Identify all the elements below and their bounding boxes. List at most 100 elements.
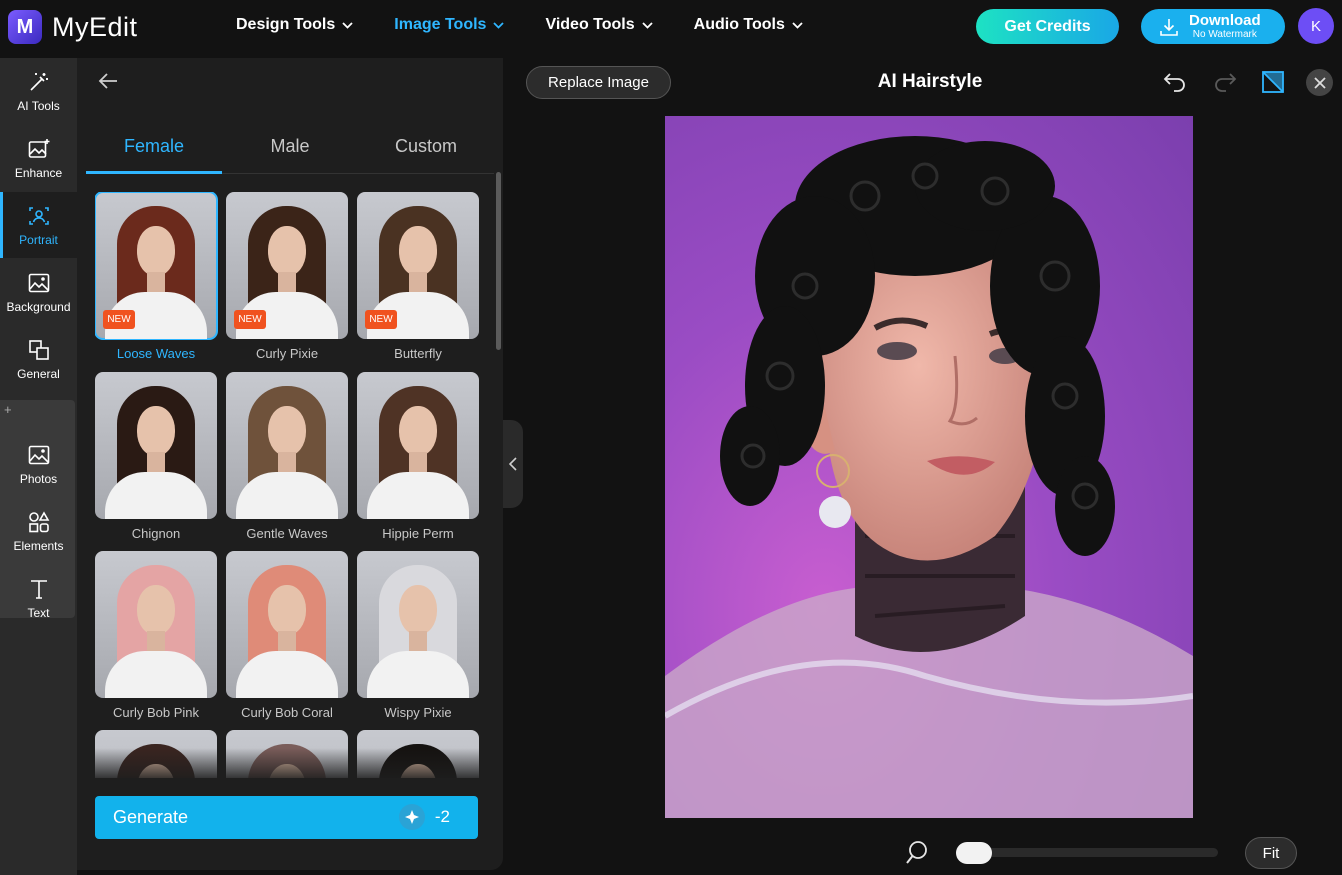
panel-scrollbar[interactable]: [496, 172, 501, 350]
rail-item-portrait[interactable]: Portrait: [0, 192, 77, 258]
hairstyle-card[interactable]: Curly Bob Coral: [226, 551, 348, 720]
rail-item-ai-tools[interactable]: AI Tools: [0, 58, 77, 124]
rail-label: Enhance: [14, 165, 63, 180]
download-button[interactable]: Download No Watermark: [1141, 9, 1285, 44]
thumbnail-neck: [147, 452, 165, 474]
rail-label: Elements: [13, 538, 64, 553]
thumbnail-neck: [278, 452, 296, 474]
credit-cost-value: -2: [434, 807, 450, 826]
photos-icon: [28, 445, 49, 464]
hairstyle-card[interactable]: Chignon: [95, 372, 217, 541]
rail-item-general[interactable]: General: [0, 326, 77, 392]
rail-item-elements[interactable]: Elements: [0, 498, 77, 564]
tab-male[interactable]: Male: [222, 128, 358, 173]
nav-design-tools[interactable]: Design Tools: [236, 16, 353, 34]
fit-button[interactable]: Fit: [1245, 837, 1297, 869]
new-badge: NEW: [365, 310, 397, 329]
thumbnail-face: [268, 406, 306, 456]
hairstyle-card[interactable]: Hippie Perm: [357, 372, 479, 541]
plus-icon[interactable]: +: [4, 402, 12, 417]
logo-mark: M: [8, 10, 42, 44]
nav-video-tools[interactable]: Video Tools: [545, 16, 653, 34]
rail-item-enhance[interactable]: Enhance: [0, 125, 77, 191]
rail-item-photos[interactable]: Photos: [0, 431, 77, 497]
grid-fade: [95, 748, 485, 783]
hairstyle-label: Gentle Waves: [246, 526, 328, 541]
chevron-down-icon: [792, 21, 803, 29]
chevron-left-icon: [509, 457, 517, 471]
download-label: Download: [1189, 12, 1261, 29]
thumbnail-neck: [409, 452, 427, 474]
hairstyle-thumbnail: [226, 551, 348, 698]
collapse-panel-handle[interactable]: [503, 420, 523, 508]
rail-label: Text: [27, 605, 50, 620]
hairstyle-card[interactable]: Curly Bob Pink: [95, 551, 217, 720]
hairstyle-label: Loose Waves: [116, 346, 196, 361]
hairstyle-card[interactable]: NEW Butterfly: [357, 192, 479, 361]
chevron-down-icon: [642, 21, 653, 29]
nav-label: Design Tools: [236, 16, 336, 33]
portrait-image: [665, 116, 1193, 818]
thumbnail-face: [137, 585, 175, 635]
nav-label: Image Tools: [394, 16, 487, 33]
avatar[interactable]: K: [1298, 8, 1334, 44]
hairstyle-label: Wispy Pixie: [384, 705, 452, 720]
hairstyle-card[interactable]: NEW Curly Pixie: [226, 192, 348, 361]
hairstyle-thumbnail: NEW: [95, 192, 218, 340]
enhance-image-icon: [28, 138, 49, 158]
text-icon: [30, 579, 47, 599]
hairstyle-thumbnail: NEW: [226, 192, 348, 339]
hairstyle-label: Curly Pixie: [255, 346, 319, 361]
compare-icon[interactable]: [1259, 68, 1287, 96]
thumbnail-neck: [409, 631, 427, 653]
elements-icon: [28, 510, 49, 532]
nav-audio-tools[interactable]: Audio Tools: [694, 16, 803, 34]
zoom-slider-track[interactable]: [958, 848, 1218, 857]
thumbnail-face: [137, 406, 175, 456]
download-icon: [1160, 18, 1178, 36]
general-icon: [28, 339, 49, 360]
nav-label: Audio Tools: [693, 16, 785, 33]
portrait-illustration: [665, 136, 1193, 818]
close-button[interactable]: [1306, 69, 1333, 96]
replace-image-button[interactable]: Replace Image: [526, 66, 671, 99]
thumbnail-face: [399, 406, 437, 456]
back-arrow-icon[interactable]: [97, 71, 119, 91]
chevron-down-icon: [493, 21, 505, 29]
hairstyle-thumbnail: [357, 372, 479, 519]
rail-label: AI Tools: [17, 98, 60, 113]
undo-icon[interactable]: [1161, 68, 1189, 96]
hairstyle-label: Curly Bob Coral: [241, 705, 333, 720]
rail-item-background[interactable]: Background: [0, 259, 77, 325]
thumbnail-neck: [409, 272, 427, 294]
hairstyle-thumbnail: [95, 372, 217, 519]
rail-label: Photos: [19, 471, 58, 486]
portrait-icon: [28, 206, 49, 225]
logo[interactable]: M MyEdit: [8, 10, 138, 44]
tab-female[interactable]: Female: [86, 128, 222, 174]
thumbnail-face: [399, 226, 437, 276]
hairstyle-thumbnail: [226, 372, 348, 519]
rail-label: General: [17, 366, 60, 381]
thumbnail-face: [137, 226, 175, 276]
main-nav: Design Tools Image Tools Video Tools Aud…: [236, 16, 844, 34]
page-title: AI Hairstyle: [877, 71, 983, 92]
close-icon: [1313, 76, 1326, 89]
thumbnail-neck: [278, 272, 296, 294]
hairstyle-card[interactable]: Gentle Waves: [226, 372, 348, 541]
get-credits-button[interactable]: Get Credits: [976, 9, 1119, 44]
generate-button[interactable]: Generate -2: [95, 796, 478, 839]
zoom-icon[interactable]: [905, 840, 929, 866]
hairstyle-label: Chignon: [131, 526, 181, 541]
credit-cost: -2: [398, 804, 450, 830]
zoom-slider-knob[interactable]: [956, 842, 992, 864]
rail-item-text[interactable]: Text: [0, 565, 77, 631]
thumbnail-face: [268, 226, 306, 276]
credit-icon: [398, 804, 425, 830]
redo-icon[interactable]: [1211, 68, 1239, 96]
nav-image-tools[interactable]: Image Tools: [394, 16, 505, 34]
hairstyle-card[interactable]: NEW Loose Waves: [95, 192, 218, 361]
generate-label: Generate: [113, 807, 189, 827]
hairstyle-card[interactable]: Wispy Pixie: [357, 551, 479, 720]
tab-custom[interactable]: Custom: [358, 128, 494, 173]
